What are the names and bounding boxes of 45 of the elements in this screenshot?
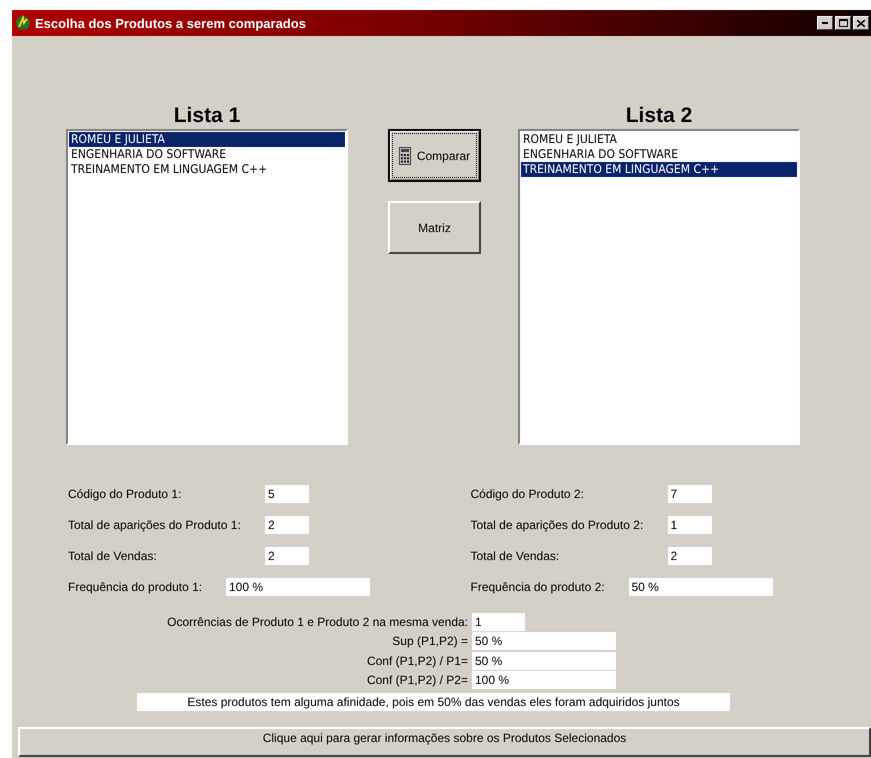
minimize-button[interactable] bbox=[817, 16, 833, 30]
value-field[interactable]: 2 bbox=[265, 516, 309, 534]
app-icon bbox=[15, 15, 31, 31]
list-item[interactable]: ROMEU E JULIETA bbox=[69, 132, 345, 147]
field-label: Total de Vendas: bbox=[68, 549, 158, 563]
field-label: Total de aparições do Produto 2: bbox=[470, 518, 644, 532]
value-field[interactable]: 100 % bbox=[472, 671, 616, 690]
close-icon bbox=[857, 20, 865, 26]
value-field[interactable]: 2 bbox=[668, 547, 712, 565]
list-item[interactable]: TREINAMENTO EM LINGUAGEM C++ bbox=[69, 162, 345, 177]
action-button[interactable]: Matriz bbox=[388, 201, 481, 254]
field-label: Frequência do produto 2: bbox=[470, 580, 606, 594]
window-title: Escolha dos Produtos a serem comparados bbox=[35, 16, 307, 30]
value-field[interactable]: 50 % bbox=[628, 578, 772, 596]
field-label: Frequência do produto 1: bbox=[68, 580, 204, 594]
metric-label: Conf (P1,P2) / P1= bbox=[366, 654, 469, 668]
result-message: Estes produtos tem alguma afinidade, pois em 50% das vendas eles foram adquiridos juntos bbox=[137, 693, 730, 711]
list-item[interactable]: ROMEU E JULIETA bbox=[521, 132, 797, 147]
generate-info-button[interactable]: Clique aqui para gerar informações sobre os Produtos Selecionados bbox=[18, 727, 871, 757]
maximize-icon bbox=[838, 19, 848, 27]
value-field[interactable]: 50 % bbox=[472, 652, 616, 670]
metric-label: Conf (P1,P2) / P2= bbox=[366, 673, 469, 688]
value-field[interactable]: 1 bbox=[668, 516, 712, 534]
close-button[interactable] bbox=[853, 16, 869, 30]
metric-label: Ocorrências de Produto 1 e Produto 2 na mesma venda: bbox=[166, 614, 469, 629]
value-field[interactable]: 50 % bbox=[472, 632, 616, 650]
list-item[interactable]: ENGENHARIA DO SOFTWARE bbox=[69, 147, 345, 162]
value-field[interactable]: 7 bbox=[668, 485, 712, 503]
list-title: Lista 1 bbox=[174, 103, 240, 129]
action-button[interactable]: Comparar bbox=[388, 129, 481, 182]
value-field[interactable]: 5 bbox=[265, 485, 309, 503]
list-item[interactable]: TREINAMENTO EM LINGUAGEM C++ bbox=[521, 162, 797, 177]
maximize-button[interactable] bbox=[835, 16, 851, 30]
field-label: Código do Produto 1: bbox=[68, 487, 182, 501]
value-field[interactable]: 100 % bbox=[226, 578, 370, 596]
list-title: Lista 2 bbox=[626, 103, 692, 129]
field-label: Total de aparições do Produto 1: bbox=[68, 518, 242, 532]
minimize-icon bbox=[822, 22, 828, 24]
value-field[interactable]: 2 bbox=[265, 547, 309, 565]
value-field[interactable]: 1 bbox=[472, 612, 525, 631]
field-label: Código do Produto 2: bbox=[470, 487, 585, 501]
metric-label: Sup (P1,P2) = bbox=[391, 634, 469, 648]
field-label: Total de Vendas: bbox=[470, 549, 560, 563]
calculator-icon bbox=[398, 146, 411, 164]
list-item[interactable]: ENGENHARIA DO SOFTWARE bbox=[521, 147, 797, 162]
